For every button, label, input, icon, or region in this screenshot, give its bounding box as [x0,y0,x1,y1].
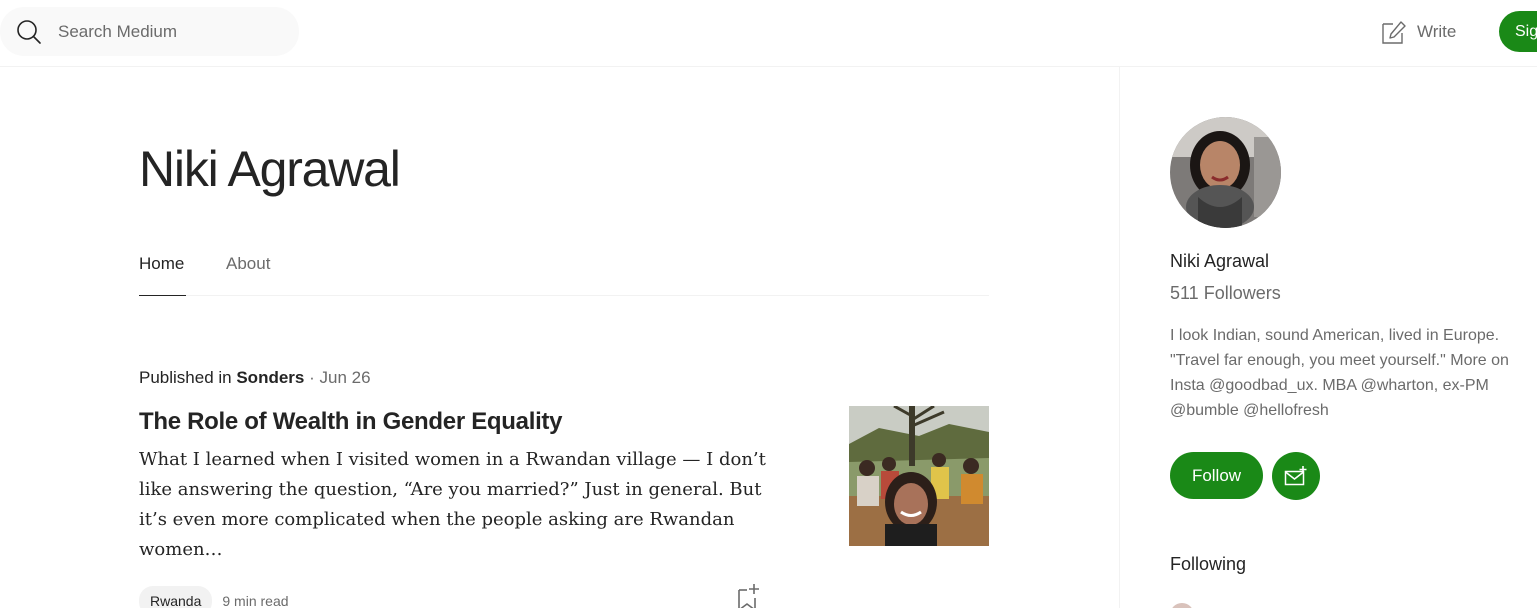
bookmark-add-icon[interactable] [735,582,761,608]
write-icon [1382,20,1406,44]
article-meta: Rwanda 9 min read [139,586,289,608]
thumbnail-photo [849,406,989,546]
topic-tag[interactable]: Rwanda [139,586,213,608]
tab-about[interactable]: About [226,253,270,275]
article-excerpt[interactable]: What I learned when I visited women in a… [139,445,779,565]
publication-link[interactable]: Sonders [236,368,304,387]
tab-home[interactable]: Home [139,253,184,275]
avatar-photo [1170,117,1281,228]
main-content: Niki Agrawal Home About Published in Son… [0,67,1119,608]
followers-count[interactable]: 511 Followers [1170,281,1281,305]
avatar[interactable] [1170,117,1281,228]
article-thumbnail[interactable] [849,406,989,546]
author-bio: I look Indian, sound American, lived in … [1170,327,1509,419]
published-prefix: Published in [139,368,237,387]
publication-line: Published in Sonders · Jun 26 [139,367,989,389]
read-time: 9 min read [222,593,289,608]
profile-tabs: Home About [139,249,989,296]
following-heading: Following [1170,554,1247,574]
top-bar: Write Sign up [0,0,1537,67]
following-avatar[interactable] [1170,603,1194,608]
profile-sidebar: Niki Agrawal 511 Followers I look Indian… [1119,67,1537,608]
write-button[interactable]: Write [1380,17,1456,47]
follow-button[interactable]: Follow [1170,452,1263,499]
subscribe-button[interactable] [1272,452,1320,500]
subscribe-mail-icon [1284,466,1307,486]
page-title: Niki Agrawal [139,141,401,197]
signup-button[interactable]: Sign up [1499,11,1537,52]
separator-dot: · [304,368,320,387]
search-input[interactable] [58,19,278,45]
search-icon [17,20,41,44]
article-card: Published in Sonders · Jun 26 The Role o… [139,367,989,608]
sidebar-author-name[interactable]: Niki Agrawal [1170,249,1269,273]
write-label: Write [1417,22,1457,41]
article-date: Jun 26 [319,368,371,387]
article-title[interactable]: The Role of Wealth in Gender Equality [139,407,779,437]
active-tab-indicator [139,295,186,296]
search-bar[interactable] [0,7,299,56]
